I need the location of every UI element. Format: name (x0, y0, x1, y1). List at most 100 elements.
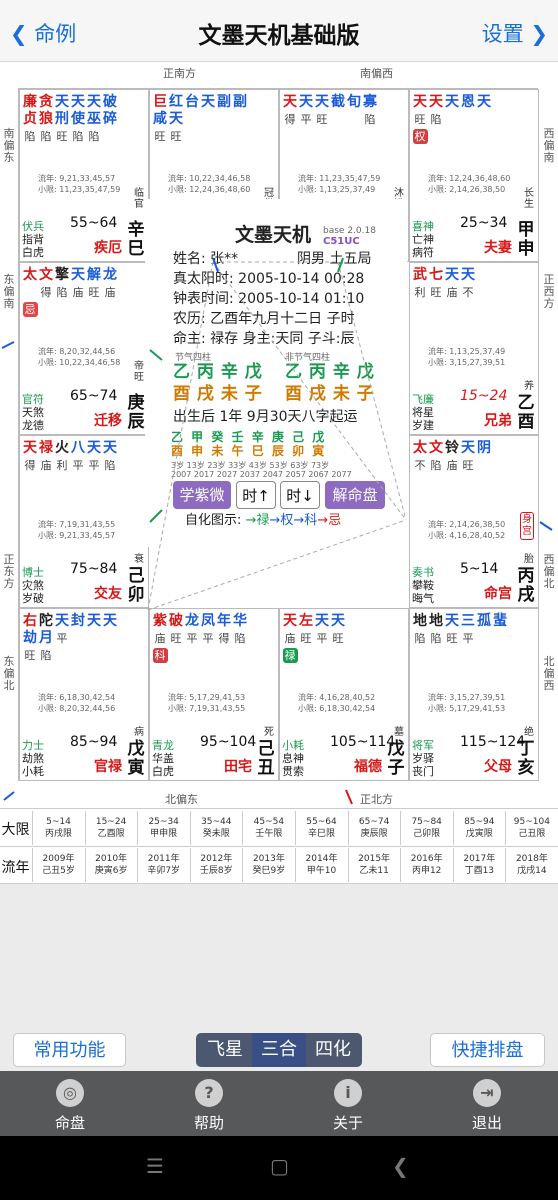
year-line: 小限: 5,17,29,41,53 (428, 704, 506, 713)
dx-cell[interactable]: 85~94 戊寅限 (452, 811, 505, 845)
ln-cell[interactable]: 2013年 癸巳9岁 (242, 848, 294, 882)
tab-help[interactable]: ? 帮助 (159, 1071, 259, 1136)
star-column: 华陷 (232, 613, 248, 663)
star-name: 天 (299, 94, 313, 110)
dx-cell[interactable]: 25~34 甲申限 (137, 811, 189, 845)
dx-cell[interactable]: 55~64 辛巳限 (295, 811, 347, 845)
growth-stage: 病 (134, 727, 144, 738)
minor-star: 华盖 (152, 752, 174, 765)
stage-range: 5~14 (460, 561, 499, 577)
gan-zhi: 己丑 (257, 739, 275, 778)
palace-cell[interactable]: 太不文陷铃庙天旺阴 流年: 2,14,26,38,50 小限: 4,16,28,4… (409, 435, 539, 608)
palace-name: 兄弟 (484, 413, 512, 429)
tab-mingpan[interactable]: ◎ 命盘 (20, 1071, 120, 1136)
dx-cell[interactable]: 75~84 己卯限 (400, 811, 452, 845)
star-brightness (28, 286, 32, 300)
star-column: 破旺 (168, 613, 184, 663)
dir-label: 西偏北 (543, 553, 555, 590)
back-nav-icon[interactable]: ❮ (392, 1154, 409, 1178)
legend-ke: →科 (293, 513, 318, 528)
dx-row-label: 大限 (1, 822, 30, 838)
star-brightness (238, 113, 242, 127)
hour-up-button[interactable]: 时↑ (236, 481, 276, 509)
star-name: 华 (233, 613, 247, 629)
dx-cell[interactable]: 35~44 癸未限 (189, 811, 242, 845)
dir-label: 正东方 (3, 553, 15, 590)
dir-label: 西偏南 (543, 127, 555, 164)
learn-ziwei-button[interactable]: 学紫微 (173, 481, 231, 509)
dir-label: 东偏南 (3, 273, 15, 310)
palace-cell[interactable]: 天得禄庙火利八平天平天陷流年: 7,19,31,43,55 小限: 9,21,33… (19, 435, 149, 608)
star-name: 月 (39, 630, 53, 646)
palace-cell[interactable]: 天庙禄左旺天平天旺流年: 4,16,28,40,52 小限: 6,18,30,42… (279, 608, 409, 781)
minor-star: 岁驿 (412, 752, 434, 765)
star-column: 天得 (282, 94, 298, 127)
year-line: 流年: 4,16,28,40,52 (298, 693, 376, 702)
palace-cell[interactable]: 武利七旺天庙天不流年: 1,13,25,37,49 小限: 3,15,27,39,… (409, 262, 539, 435)
star-brightness: 庙 (104, 286, 116, 299)
palace-cell[interactable]: 地陷地陷天旺三平孤 蜚 流年: 3,15,27,39,51 小限: 5,17,29… (409, 608, 539, 781)
home-icon[interactable]: ▢ (270, 1154, 289, 1178)
seg-feixing[interactable]: 飞星 (198, 1033, 252, 1067)
dx-cell[interactable]: 95~104 己丑限 (505, 811, 557, 845)
hour-down-button[interactable]: 时↓ (280, 481, 320, 509)
ln-cell[interactable]: 2014年 甲午10 (295, 848, 347, 882)
star-brightness: 得 (40, 286, 52, 299)
star-column: 天旺 (444, 613, 460, 646)
palace-cell[interactable]: 天旺权天陷天 恩 天 流年: 12,24,36,48,60 小限: 2,14,26… (409, 89, 539, 262)
stage-range: 15~24 (460, 388, 508, 404)
star-name: 破 (169, 613, 183, 629)
center-info: 文墨天机 base 2.0.18 C51UC 姓名: 张** 阴男 土五局 真太… (145, 199, 407, 547)
true-sun-time: 真太阳时: 2005-10-14 00:28 (173, 271, 365, 287)
dx-cell[interactable]: 5~14 丙戌限 (32, 811, 84, 845)
dx-cell[interactable]: 15~24 乙酉限 (84, 811, 137, 845)
star-name: 铃 (445, 440, 459, 456)
ln-cell[interactable]: 2009年 己丑5岁 (32, 848, 84, 882)
seg-sanhe[interactable]: 三合 (252, 1033, 306, 1067)
dir-label: 北偏西 (543, 655, 555, 692)
palace-cell[interactable]: 紫庙科破旺龙平凤平年得华陷流年: 5,17,29,41,53 小限: 7,19,3… (149, 608, 279, 781)
ln-cell[interactable]: 2012年 壬辰8岁 (189, 848, 242, 882)
star-name: 陀 (39, 613, 53, 629)
star-name: 巨 (153, 94, 167, 110)
tab-about[interactable]: i 关于 (298, 1071, 398, 1136)
ln-cell[interactable]: 2010年 庚寅6岁 (84, 848, 137, 882)
recent-apps-icon[interactable]: ☰ (146, 1154, 164, 1178)
star-column: 天陷 (102, 440, 118, 473)
ln-cell[interactable]: 2016年 丙申12 (400, 848, 452, 882)
star-column: 蜚 (492, 613, 508, 646)
interpret-button[interactable]: 解命盘 (325, 481, 385, 509)
page-title: 文墨天机基础版 (198, 23, 360, 49)
ln-cell[interactable]: 2015年 乙未11 (347, 848, 400, 882)
year-line: 流年: 11,23,35,47,59 (298, 174, 381, 183)
palace-cell[interactable]: 右劫旺陀月陷天平封 天 天 流年: 6,18,30,42,54 小限: 8,20,… (19, 608, 149, 781)
year-line: 流年: 10,22,34,46,58 (168, 174, 251, 183)
star-column: 天庙 (70, 267, 86, 317)
dx-cell[interactable]: 65~74 庚辰限 (347, 811, 400, 845)
tab-label: 退出 (471, 1114, 502, 1132)
quick-chart-button[interactable]: 快捷排盘 (430, 1033, 545, 1067)
minor-star: 指背 (22, 233, 44, 246)
star-name: 天 (331, 613, 345, 629)
code: C51UC (323, 236, 360, 247)
ln-cell[interactable]: 2018年 戊戌14 (505, 848, 557, 882)
ln-cell[interactable]: 2017年 丁酉13 (452, 848, 505, 882)
star-name: 天 (429, 94, 443, 110)
palace-cell[interactable]: 廉贞陷贪狼陷天刑旺天使陷天巫陷破碎 流年: 9,21,33,45,57 小限: 1… (19, 89, 149, 262)
settings-button[interactable]: 设置 ❯ (482, 18, 548, 48)
palace-cell[interactable]: 太 忌文得擎陷天庙解旺龙庙流年: 8,20,32,44,56 小限: 10,22,… (19, 262, 149, 435)
star-column: 天平 (314, 613, 330, 663)
star-name: 天 (445, 94, 459, 110)
star-column: 天不 (460, 267, 476, 300)
minor-star: 白虎 (152, 765, 174, 778)
dx-cell[interactable]: 45~54 壬午限 (242, 811, 294, 845)
stage-range: 65~74 (70, 388, 118, 404)
ln-cell[interactable]: 2011年 辛卯7岁 (137, 848, 189, 882)
tab-exit[interactable]: ⇥ 退出 (437, 1071, 537, 1136)
star-name: 天 (55, 94, 69, 110)
common-functions-button[interactable]: 常用功能 (13, 1033, 126, 1067)
seg-sihua[interactable]: 四化 (306, 1033, 360, 1067)
star-column: 年得 (216, 613, 232, 663)
stage-range: 105~114 (330, 734, 396, 750)
star-name: 恩 (461, 94, 475, 110)
